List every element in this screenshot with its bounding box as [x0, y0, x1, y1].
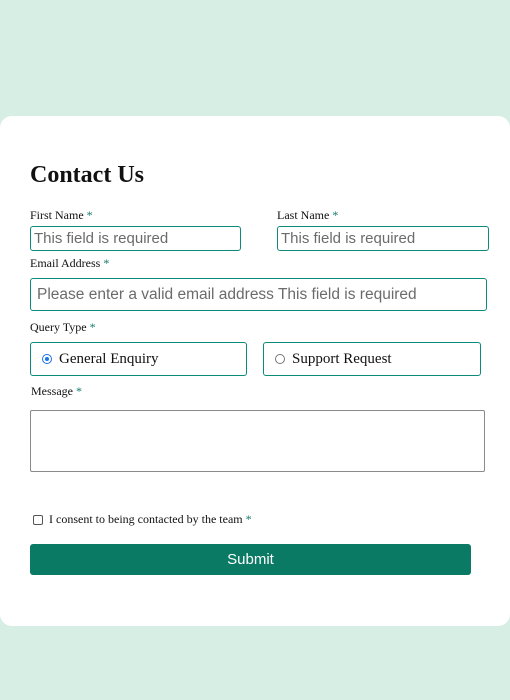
query-type-label-text: Query Type — [30, 320, 87, 334]
message-label: Message * — [31, 384, 82, 399]
email-input-value: Please enter a valid email address This … — [37, 285, 417, 303]
email-label: Email Address * — [30, 256, 109, 271]
last-name-label-text: Last Name — [277, 208, 330, 222]
page-title: Contact Us — [30, 162, 144, 188]
checkbox-icon[interactable] — [33, 514, 43, 525]
submit-button[interactable]: Submit — [30, 544, 471, 575]
radio-unselected-icon[interactable] — [275, 354, 285, 364]
last-name-input-value: This field is required — [281, 230, 416, 247]
consent-row[interactable]: I consent to being contacted by the team… — [33, 512, 252, 527]
radio-support-request-label: Support Request — [292, 350, 392, 367]
consent-label: I consent to being contacted by the team — [49, 512, 243, 526]
first-name-input[interactable]: This field is required — [30, 226, 241, 251]
email-label-text: Email Address — [30, 256, 101, 270]
required-marker: * — [103, 256, 110, 270]
query-type-label: Query Type * — [30, 320, 96, 335]
radio-support-request[interactable]: Support Request — [263, 342, 481, 376]
last-name-input[interactable]: This field is required — [277, 226, 489, 251]
required-marker: * — [89, 320, 96, 334]
required-marker: * — [86, 208, 93, 222]
message-label-text: Message — [31, 384, 73, 398]
message-textarea[interactable] — [30, 410, 485, 472]
radio-general-enquiry[interactable]: General Enquiry — [30, 342, 247, 376]
required-marker: * — [332, 208, 339, 222]
radio-general-enquiry-label: General Enquiry — [59, 350, 159, 367]
email-input[interactable]: Please enter a valid email address This … — [30, 278, 487, 311]
required-marker: * — [76, 384, 82, 398]
first-name-label-text: First Name — [30, 208, 84, 222]
first-name-input-value: This field is required — [34, 230, 169, 247]
radio-selected-icon[interactable] — [42, 354, 52, 364]
required-marker: * — [245, 512, 252, 526]
first-name-label: First Name * — [30, 208, 93, 223]
last-name-label: Last Name * — [277, 208, 338, 223]
